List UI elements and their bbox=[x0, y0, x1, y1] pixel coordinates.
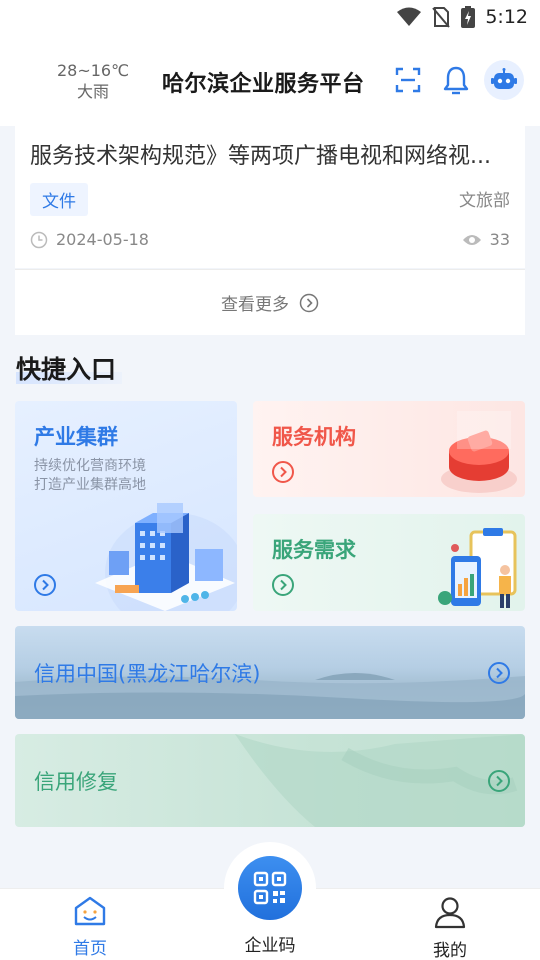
red-button-illustration bbox=[441, 411, 517, 493]
news-item[interactable]: 服务技术架构规范》等两项广播电视和网络视... 文件 文旅部 2024-05-1… bbox=[15, 126, 525, 268]
chevron-right-circle-icon bbox=[488, 770, 510, 792]
tile-subtitle: 持续优化营商环境 打造产业集群高地 bbox=[34, 457, 146, 495]
chevron-right-circle-icon bbox=[34, 574, 56, 596]
enterprise-code-button[interactable] bbox=[238, 856, 302, 920]
news-tag: 文件 bbox=[30, 183, 88, 216]
chevron-right-circle-icon bbox=[272, 461, 294, 483]
bell-icon bbox=[443, 66, 469, 95]
nav-code-label: 企业码 bbox=[244, 936, 296, 956]
service-demand-tile[interactable]: 服务需求 bbox=[253, 514, 525, 611]
wifi-icon bbox=[397, 7, 422, 26]
weather-temperature: 28~16℃ bbox=[56, 61, 130, 80]
status-time: 5:12 bbox=[485, 6, 528, 28]
weather-widget[interactable]: 28~16℃ 大雨 bbox=[56, 60, 130, 102]
news-views: 33 bbox=[462, 230, 510, 249]
clipboard-chart-illustration bbox=[438, 528, 517, 608]
tile-label: 服务需求 bbox=[272, 538, 356, 562]
credit-repair-banner[interactable]: 信用修复 bbox=[15, 734, 525, 827]
banner-label: 信用中国(黑龙江哈尔滨) bbox=[34, 662, 261, 686]
user-icon bbox=[434, 897, 466, 929]
news-date: 2024-05-18 bbox=[30, 230, 149, 249]
city-buildings-illustration bbox=[95, 503, 237, 611]
weather-condition: 大雨 bbox=[76, 82, 109, 101]
chevron-right-circle-icon bbox=[488, 662, 510, 684]
robot-icon bbox=[491, 68, 517, 89]
scan-icon bbox=[395, 67, 421, 93]
news-title: 服务技术架构规范》等两项广播电视和网络视... bbox=[30, 144, 491, 169]
nav-home[interactable]: 首页 bbox=[45, 895, 135, 959]
assistant-button[interactable] bbox=[484, 60, 524, 100]
app-header: 28~16℃ 大雨 哈尔滨企业服务平台 bbox=[0, 38, 540, 126]
view-more-label: 查看更多 bbox=[221, 295, 289, 315]
news-source: 文旅部 bbox=[459, 191, 510, 211]
nav-home-label: 首页 bbox=[73, 939, 107, 959]
credit-china-banner[interactable]: 信用中国(黑龙江哈尔滨) bbox=[15, 626, 525, 719]
page-title: 哈尔滨企业服务平台 bbox=[162, 72, 365, 97]
status-bar: 5:12 bbox=[0, 0, 540, 38]
chevron-right-circle-icon bbox=[272, 574, 294, 596]
clock-icon bbox=[30, 231, 48, 248]
banner-label: 信用修复 bbox=[34, 770, 118, 794]
qr-code-icon bbox=[253, 871, 287, 905]
news-date-text: 2024-05-18 bbox=[56, 230, 149, 249]
tile-subtitle-line1: 持续优化营商环境 bbox=[34, 458, 146, 474]
news-views-count: 33 bbox=[489, 230, 510, 249]
scan-button[interactable] bbox=[388, 60, 428, 100]
section-title: 快捷入口 bbox=[16, 355, 117, 384]
nav-mine[interactable]: 我的 bbox=[405, 895, 495, 960]
service-organization-tile[interactable]: 服务机构 bbox=[253, 401, 525, 497]
chevron-right-circle-icon bbox=[299, 293, 319, 312]
industry-cluster-tile[interactable]: 产业集群 持续优化营商环境 打造产业集群高地 bbox=[15, 401, 237, 611]
tile-label: 服务机构 bbox=[272, 425, 356, 449]
no-sim-icon bbox=[432, 7, 451, 28]
home-icon bbox=[74, 896, 106, 926]
notifications-button[interactable] bbox=[436, 60, 476, 100]
view-more-button[interactable]: 查看更多 bbox=[15, 269, 525, 335]
nav-mine-label: 我的 bbox=[433, 941, 467, 960]
eye-icon bbox=[462, 234, 481, 245]
tile-label: 产业集群 bbox=[34, 425, 118, 449]
battery-charging-icon bbox=[461, 6, 476, 28]
